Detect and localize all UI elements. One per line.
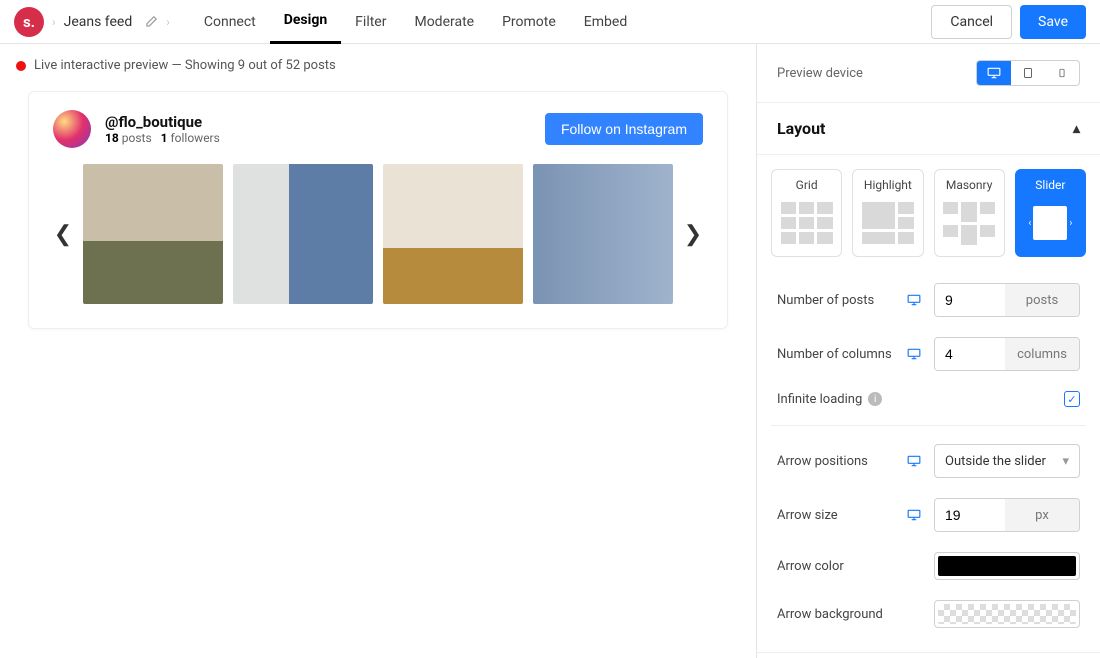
slider-next-arrow[interactable]: ❯ <box>683 222 703 247</box>
layout-option-masonry[interactable]: Masonry <box>934 169 1005 257</box>
main-area: Live interactive preview — Showing 9 out… <box>0 44 1100 658</box>
feed-post[interactable] <box>233 164 373 304</box>
arrow-background-row: Arrow background <box>771 590 1086 638</box>
tab-moderate[interactable]: Moderate <box>400 0 488 44</box>
unit-label: posts <box>1005 284 1079 316</box>
infinite-loading-row: Infinite loadingi ✓ <box>771 381 1086 417</box>
arrow-positions-row: Arrow positions Outside the slider ▾ <box>771 434 1086 488</box>
arrow-color-swatch[interactable] <box>934 552 1080 580</box>
infinite-loading-checkbox[interactable]: ✓ <box>1064 391 1080 407</box>
settings-panel[interactable]: Preview device Layout▴ Grid <box>756 44 1100 658</box>
layout-section-header[interactable]: Layout▴ <box>757 103 1100 155</box>
tab-embed[interactable]: Embed <box>570 0 641 44</box>
arrow-size-input[interactable] <box>935 499 1005 531</box>
num-posts-input[interactable] <box>935 284 1005 316</box>
account-avatar[interactable] <box>53 110 91 148</box>
preview-device-row: Preview device <box>757 44 1100 103</box>
feed-preview-card: @flo_boutique 18 posts 1 followers Follo… <box>28 91 728 329</box>
arrow-bg-swatch[interactable] <box>934 600 1080 628</box>
layout-options: Grid Highlight Masonry Slider ‹› <box>771 169 1086 257</box>
chevron-up-icon: ▴ <box>1073 121 1080 137</box>
desktop-icon[interactable] <box>906 454 924 468</box>
layout-option-highlight[interactable]: Highlight <box>852 169 923 257</box>
feed-slider: ❮ ❯ <box>53 164 703 304</box>
preview-device-label: Preview device <box>777 66 863 81</box>
device-desktop-button[interactable] <box>977 61 1011 85</box>
feed-post[interactable] <box>533 164 673 304</box>
desktop-icon[interactable] <box>906 508 924 522</box>
live-dot-icon <box>16 61 26 71</box>
edit-name-icon[interactable] <box>144 15 158 29</box>
follow-button[interactable]: Follow on Instagram <box>545 113 703 145</box>
num-posts-row: Number of posts posts <box>771 273 1086 327</box>
chevron-right-icon: › <box>52 15 56 29</box>
num-columns-input[interactable] <box>935 338 1005 370</box>
slider-prev-arrow[interactable]: ❮ <box>53 222 73 247</box>
feed-name: Jeans feed <box>64 14 133 30</box>
app-logo[interactable]: s. <box>14 7 44 37</box>
main-tabs: Connect Design Filter Moderate Promote E… <box>190 0 641 44</box>
feed-header: @flo_boutique 18 posts 1 followers Follo… <box>53 110 703 148</box>
device-tablet-button[interactable] <box>1011 61 1045 85</box>
unit-label: columns <box>1005 338 1079 370</box>
preview-column: Live interactive preview — Showing 9 out… <box>0 44 756 658</box>
arrow-positions-select[interactable]: Outside the slider ▾ <box>934 444 1080 478</box>
device-segmented <box>976 60 1080 86</box>
desktop-icon[interactable] <box>906 293 924 307</box>
top-bar: s. › Jeans feed › Connect Design Filter … <box>0 0 1100 44</box>
cancel-button[interactable]: Cancel <box>931 5 1012 39</box>
tab-design[interactable]: Design <box>270 0 341 44</box>
tab-connect[interactable]: Connect <box>190 0 270 44</box>
layout-option-slider[interactable]: Slider ‹› <box>1015 169 1086 257</box>
feed-section-header[interactable]: Feed▴ <box>757 653 1100 658</box>
live-preview-status: Live interactive preview — Showing 9 out… <box>0 44 756 81</box>
unit-label: px <box>1005 499 1079 531</box>
arrow-color-row: Arrow color <box>771 542 1086 590</box>
account-stats: 18 posts 1 followers <box>105 131 220 145</box>
layout-option-grid[interactable]: Grid <box>771 169 842 257</box>
desktop-icon[interactable] <box>906 347 924 361</box>
feed-post[interactable] <box>383 164 523 304</box>
chevron-down-icon: ▾ <box>1062 454 1069 469</box>
tab-filter[interactable]: Filter <box>341 0 400 44</box>
feed-post[interactable] <box>83 164 223 304</box>
save-button[interactable]: Save <box>1020 5 1086 39</box>
device-mobile-button[interactable] <box>1045 61 1079 85</box>
num-columns-row: Number of columns columns <box>771 327 1086 381</box>
account-handle[interactable]: @flo_boutique <box>105 113 220 131</box>
tab-promote[interactable]: Promote <box>488 0 570 44</box>
info-icon[interactable]: i <box>868 392 882 406</box>
live-preview-text: Live interactive preview — Showing 9 out… <box>34 58 336 73</box>
layout-section-body: Grid Highlight Masonry Slider ‹› Number … <box>757 155 1100 653</box>
chevron-right-icon: › <box>166 15 170 29</box>
arrow-size-row: Arrow size px <box>771 488 1086 542</box>
